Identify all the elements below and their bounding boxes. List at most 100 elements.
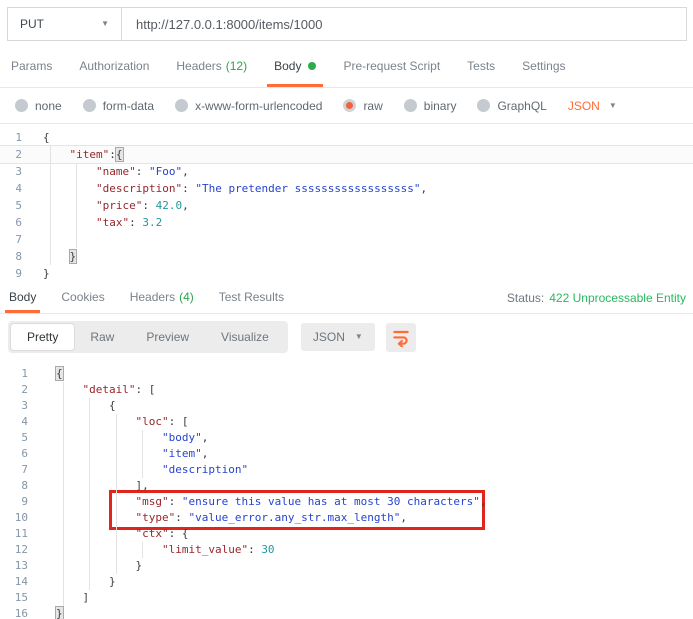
body-type-row: none form-data x-www-form-urlencoded raw bin…	[0, 88, 693, 124]
request-tab-headers[interactable]: Headers (12)	[169, 47, 254, 87]
response-view-row: PrettyRawPreviewVisualize JSON ▼	[0, 314, 693, 360]
body-type-label: x-www-form-urlencoded	[195, 99, 322, 113]
line-number: 1	[0, 366, 28, 382]
code-text: "item",	[56, 446, 208, 462]
body-type-label: none	[35, 99, 62, 113]
wrap-lines-button[interactable]	[386, 323, 416, 352]
response-tab-body[interactable]: Body	[5, 283, 40, 313]
request-tab-tests[interactable]: Tests	[460, 47, 502, 87]
code-text: "name": "Foo",	[43, 163, 189, 180]
body-type-form-data[interactable]: form-data	[83, 99, 154, 113]
response-language-label: JSON	[313, 330, 345, 344]
request-tab-pre-request-script[interactable]: Pre-request Script	[336, 47, 447, 87]
code-line: 10 "type": "value_error.any_str.max_leng…	[0, 510, 693, 526]
body-type-x-www-form-urlencoded[interactable]: x-www-form-urlencoded	[175, 99, 322, 113]
code-text: "loc": [	[56, 414, 188, 430]
code-text: "description"	[56, 462, 248, 478]
tab-label: Params	[11, 59, 52, 73]
line-number: 7	[0, 462, 28, 478]
code-text: "ctx": {	[56, 526, 188, 542]
body-type-binary[interactable]: binary	[404, 99, 457, 113]
response-view-pretty[interactable]: Pretty	[11, 324, 74, 350]
line-number: 10	[0, 510, 28, 526]
line-number: 15	[0, 590, 28, 606]
radio-icon	[343, 99, 356, 112]
radio-icon	[404, 99, 417, 112]
line-number: 2	[0, 382, 28, 398]
code-line: 1{	[0, 129, 693, 146]
code-line: 7	[0, 231, 693, 248]
code-text: {	[56, 366, 63, 382]
request-tab-authorization[interactable]: Authorization	[72, 47, 156, 87]
line-number: 6	[0, 214, 22, 231]
code-line: 8 ],	[0, 478, 693, 494]
chevron-down-icon: ▼	[609, 102, 617, 110]
response-body-editor[interactable]: 1{2 "detail": [3 {4 "loc": [5 "body",6 "…	[0, 360, 693, 619]
url-control: PUT ▼	[7, 7, 687, 41]
line-number: 14	[0, 574, 28, 590]
code-line: 9 "msg": "ensure this value has at most …	[0, 494, 693, 510]
body-type-graphql[interactable]: GraphQL	[477, 99, 546, 113]
code-line: 3 "name": "Foo",	[0, 163, 693, 180]
code-line: 4 "loc": [	[0, 414, 693, 430]
code-text: "description": "The pretender ssssssssss…	[43, 180, 427, 197]
request-tab-body[interactable]: Body	[267, 47, 323, 87]
code-text: {	[43, 129, 50, 146]
line-number: 6	[0, 446, 28, 462]
code-line: 16}	[0, 606, 693, 619]
code-line: 11 "ctx": {	[0, 526, 693, 542]
response-view-preview[interactable]: Preview	[130, 324, 205, 350]
code-text: "limit_value": 30	[56, 542, 275, 558]
body-type-label: raw	[363, 99, 382, 113]
request-body-editor[interactable]: 1{2 "item":{3 "name": "Foo",4 "descripti…	[0, 124, 693, 283]
line-number: 7	[0, 231, 22, 248]
method-label: PUT	[20, 17, 44, 31]
code-text: ],	[56, 478, 149, 494]
response-view-raw[interactable]: Raw	[74, 324, 130, 350]
radio-icon	[175, 99, 188, 112]
method-select[interactable]: PUT ▼	[8, 8, 122, 40]
raw-language-label: JSON	[568, 99, 600, 113]
tab-label: Settings	[522, 59, 565, 73]
body-type-none[interactable]: none	[15, 99, 62, 113]
code-line: 1{	[0, 366, 693, 382]
body-type-label: binary	[424, 99, 457, 113]
request-tab-params[interactable]: Params	[4, 47, 59, 87]
raw-language-select[interactable]: JSON ▼	[568, 99, 617, 113]
body-type-label: form-data	[103, 99, 154, 113]
tab-label: Headers	[176, 59, 221, 73]
status-label: Status:	[507, 291, 544, 305]
url-input[interactable]	[122, 8, 686, 40]
code-line: 6 "item",	[0, 446, 693, 462]
code-text: "tax": 3.2	[43, 214, 162, 231]
response-view-visualize[interactable]: Visualize	[205, 324, 285, 350]
line-number: 2	[0, 146, 22, 163]
code-text: {	[56, 398, 116, 414]
request-tab-settings[interactable]: Settings	[515, 47, 572, 87]
matching-brace-highlight: }	[56, 607, 63, 619]
tab-count-badge: (12)	[226, 59, 247, 73]
code-text: "body",	[56, 430, 208, 446]
response-tab-headers[interactable]: Headers(4)	[126, 283, 198, 313]
code-line: 9}	[0, 265, 693, 282]
body-type-raw[interactable]: raw	[343, 99, 382, 113]
code-text: "msg": "ensure this value has at most 30…	[56, 494, 487, 510]
code-line: 6 "tax": 3.2	[0, 214, 693, 231]
line-number: 13	[0, 558, 28, 574]
wrap-text-icon	[391, 327, 411, 347]
code-text: "detail": [	[56, 382, 155, 398]
response-tab-cookies[interactable]: Cookies	[57, 283, 108, 313]
line-number: 4	[0, 414, 28, 430]
response-tab-test-results[interactable]: Test Results	[215, 283, 288, 313]
code-line: 4 "description": "The pretender ssssssss…	[0, 180, 693, 197]
body-type-label: GraphQL	[497, 99, 546, 113]
line-number: 3	[0, 398, 28, 414]
response-status: Status: 422 Unprocessable Entity	[507, 283, 688, 313]
code-text: "type": "value_error.any_str.max_length"…	[56, 510, 407, 526]
line-number: 5	[0, 430, 28, 446]
code-line: 12 "limit_value": 30	[0, 542, 693, 558]
line-number: 16	[0, 606, 28, 619]
code-text: "item":{	[43, 146, 123, 163]
response-language-select[interactable]: JSON ▼	[301, 323, 375, 351]
line-number: 3	[0, 163, 22, 180]
